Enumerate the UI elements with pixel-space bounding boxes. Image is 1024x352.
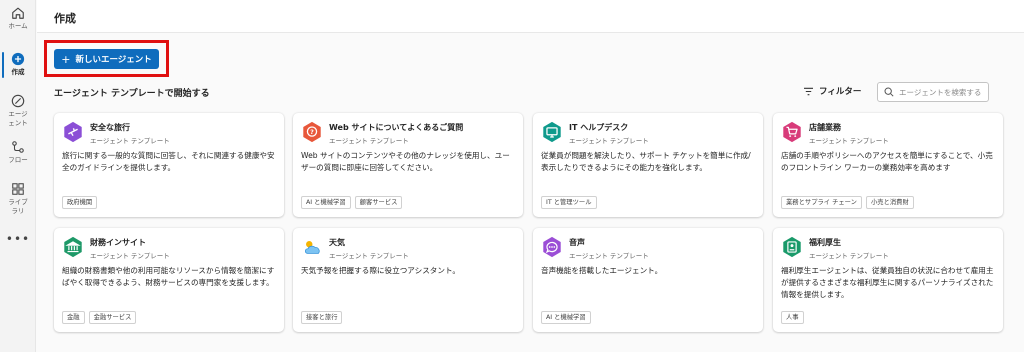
card-title: 天気 [329, 238, 345, 247]
card-tags: 政府機関 [62, 196, 98, 209]
new-agent-label: 新しいエージェント [75, 55, 152, 65]
tag: 小売と消費財 [865, 196, 914, 209]
page-title: 作成 [54, 12, 76, 25]
card-tags: 接客と旅行 [301, 311, 343, 324]
card-tags: IT と管理ツール [541, 196, 597, 209]
card-subtitle: エージェント テンプレート [809, 252, 889, 260]
template-card[interactable]: IT ヘルプデスク エージェント テンプレート 従業員が問題を解決したり、サポー… [533, 113, 763, 217]
template-card[interactable]: ? Web サイトについてよくあるご質問 エージェント テンプレート Web サ… [293, 113, 523, 217]
search-box [877, 82, 989, 102]
tag: AI と機械学習 [301, 196, 351, 209]
card-description: 旅行に関する一般的な質問に回答し、それに関連する健康や安全のガイドラインを提供し… [62, 151, 275, 172]
rail-library[interactable]: ライブ ラリ [0, 182, 36, 216]
card-title: Web サイトについてよくあるご質問 [329, 123, 464, 132]
card-title: IT ヘルプデスク [569, 123, 629, 132]
rail-agents[interactable]: エージ ェント [0, 94, 36, 128]
search-input[interactable] [899, 87, 987, 97]
agent-icon [11, 94, 25, 108]
rail-flows-label: フロー [8, 156, 28, 164]
question-chat-icon: ? [303, 121, 321, 143]
filter-icon [804, 87, 813, 95]
section-title: エージェント テンプレートで開始する [54, 89, 210, 99]
page-header: 作成 [37, 0, 1024, 33]
template-card[interactable]: 音声 エージェント テンプレート 音声機能を搭載したエージェント。 AI と機械… [533, 228, 763, 332]
filter-button[interactable]: フィルター [803, 85, 861, 97]
template-card[interactable]: 店舗業務 エージェント テンプレート 店舗の手順やポリシーへのアクセスを簡単にす… [773, 113, 1003, 217]
filter-label: フィルター [819, 87, 862, 97]
add-circle-icon [11, 52, 25, 66]
left-rail: ホーム 作成 エージ ェント フロー ライブ ラリ ••• [0, 0, 36, 352]
card-tags: AI と機械学習 顧客サービス [301, 196, 403, 209]
card-tags: 金融 金融サービス [62, 311, 137, 324]
monitor-icon [543, 121, 561, 143]
search-icon [884, 87, 894, 97]
card-tags: 人事 [781, 311, 804, 324]
template-card[interactable]: 財務インサイト エージェント テンプレート 組織の財務書類や他の利用可能なリソー… [54, 228, 284, 332]
home-icon [12, 7, 24, 19]
tag: 政府機関 [62, 196, 98, 209]
card-description: 組織の財務書類や他の利用可能なリソースから情報を簡潔にすばやく取得できるよう、財… [62, 266, 275, 287]
card-subtitle: エージェント テンプレート [329, 137, 409, 145]
tag: AI と機械学習 [541, 311, 591, 324]
card-tags: 業務とサプライ チェーン 小売と消費財 [781, 196, 914, 209]
card-subtitle: エージェント テンプレート [90, 137, 170, 145]
svg-text:?: ? [310, 128, 314, 136]
tag: 人事 [781, 311, 804, 324]
bank-icon [64, 236, 82, 258]
rail-create[interactable]: 作成 [0, 52, 36, 77]
rail-agents-label: エージ ェント [8, 110, 28, 127]
rail-flows[interactable]: フロー [0, 140, 36, 165]
card-subtitle: エージェント テンプレート [569, 137, 649, 145]
card-tags: AI と機械学習 [541, 311, 591, 324]
card-title: 店舗業務 [809, 123, 841, 132]
card-description: 天気予報を把握する際に役立つアシスタント。 [301, 266, 461, 275]
id-badge-icon [783, 236, 801, 258]
flow-icon [12, 141, 24, 153]
airplane-icon [64, 121, 82, 143]
library-icon [12, 183, 24, 195]
template-card[interactable]: 福利厚生 エージェント テンプレート 福利厚生エージェントは、従業員独自の状況に… [773, 228, 1003, 332]
tag: 接客と旅行 [301, 311, 343, 324]
rail-library-label: ライブ ラリ [8, 198, 28, 215]
card-subtitle: エージェント テンプレート [809, 137, 889, 145]
main-content: 作成 + 新しいエージェント エージェント テンプレートで開始する フィルター … [37, 0, 1024, 352]
template-card[interactable]: 安全な旅行 エージェント テンプレート 旅行に関する一般的な質問に回答し、それに… [54, 113, 284, 217]
tag: 金融 [62, 311, 85, 324]
weather-icon [304, 241, 320, 254]
more-icon[interactable]: ••• [0, 232, 36, 246]
rail-home-label: ホーム [8, 22, 28, 30]
card-title: 財務インサイト [90, 238, 146, 247]
tag: 業務とサプライ チェーン [781, 196, 862, 209]
card-description: 店舗の手順やポリシーへのアクセスを簡単にすることで、小売のフロントライン ワーカ… [781, 151, 993, 172]
card-description: 福利厚生エージェントは、従業員独自の状況に合わせて雇用主が提供するさまざまな福利… [781, 266, 994, 299]
new-agent-button[interactable]: + 新しいエージェント [54, 49, 159, 69]
card-subtitle: エージェント テンプレート [90, 252, 170, 260]
card-subtitle: エージェント テンプレート [569, 252, 649, 260]
plus-icon: + [61, 52, 71, 66]
voice-chat-icon [543, 236, 561, 258]
template-card[interactable]: 天気 エージェント テンプレート 天気予報を把握する際に役立つアシスタント。 接… [293, 228, 523, 332]
tag: 顧客サービス [354, 196, 403, 209]
rail-home[interactable]: ホーム [0, 6, 36, 31]
card-title: 安全な旅行 [90, 123, 130, 132]
rail-create-label: 作成 [11, 68, 25, 76]
card-description: 従業員が問題を解決したり、サポート チケットを簡単に作成/表示したりできるように… [541, 151, 751, 172]
card-description: 音声機能を搭載したエージェント。 [541, 266, 663, 275]
card-subtitle: エージェント テンプレート [329, 252, 409, 260]
tag: IT と管理ツール [541, 196, 597, 209]
card-title: 音声 [569, 238, 585, 247]
shopping-cart-icon [783, 121, 801, 143]
tag: 金融サービス [88, 311, 137, 324]
card-title: 福利厚生 [809, 238, 841, 247]
card-description: Web サイトのコンテンツやその他のナレッジを使用し、ユーザーの質問に即座に回答… [301, 151, 510, 172]
